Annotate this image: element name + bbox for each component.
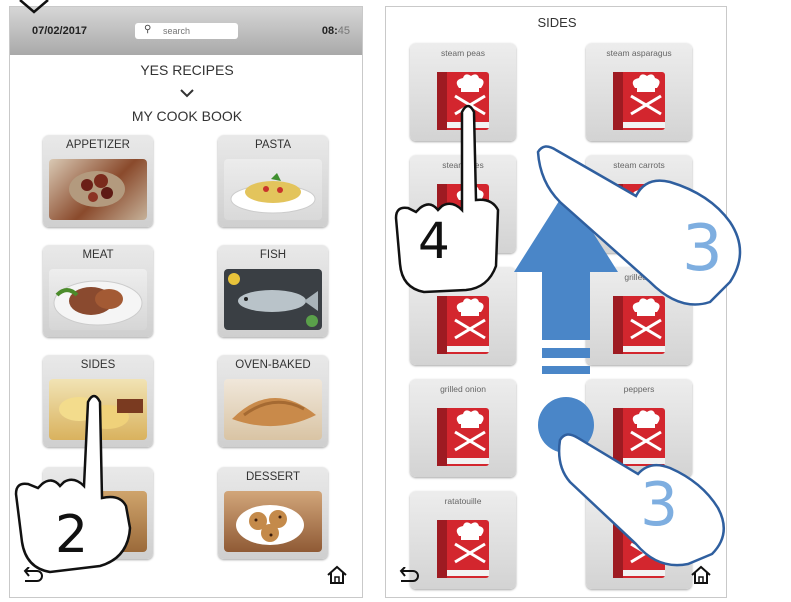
clock-display: 08:45 xyxy=(321,25,350,37)
recipe-book-icon xyxy=(613,72,665,130)
recipe-book-icon xyxy=(437,408,489,466)
recipe-tile[interactable]: toes xyxy=(410,267,516,365)
search-input[interactable] xyxy=(163,24,233,37)
recipe-label: steam carrots xyxy=(613,160,665,170)
bread-image xyxy=(49,491,147,552)
category-label: MEAT xyxy=(82,249,114,261)
category-tile-bread[interactable]: D xyxy=(43,467,153,559)
recipe-book-icon xyxy=(437,184,489,242)
recipe-tile[interactable]: peppers xyxy=(586,379,692,477)
recipe-label: peppers xyxy=(623,384,655,394)
status-bar: 07/02/2017 ⚲ 08:45 xyxy=(10,7,362,55)
oven-baked-image xyxy=(224,379,322,440)
sides-screen: SIDES steam peas steam asparagus steam toe… xyxy=(385,6,727,598)
appetizer-image xyxy=(49,159,147,220)
category-label: D xyxy=(93,471,103,483)
recipe-label: grilled onion xyxy=(440,384,486,394)
recipe-tile[interactable]: grilled onion xyxy=(410,379,516,477)
dessert-image xyxy=(224,491,322,552)
category-label: APPETIZER xyxy=(66,139,130,151)
category-tile-dessert[interactable]: DESSERT xyxy=(218,467,328,559)
recipe-tile[interactable]: steam toes xyxy=(410,155,516,253)
meat-image xyxy=(49,269,147,330)
category-label: OVEN-BAKED xyxy=(235,359,311,371)
search-icon: ⚲ xyxy=(144,24,152,35)
category-label: PASTA xyxy=(255,139,291,151)
recipe-book-icon xyxy=(437,296,489,354)
page-title: MY COOK BOOK xyxy=(131,108,243,124)
back-arrow-icon[interactable] xyxy=(22,567,44,585)
recipe-label: steam asparagus xyxy=(606,48,672,58)
recipe-tile[interactable]: grilled z xyxy=(586,267,692,365)
sides-image xyxy=(49,379,147,440)
recipe-label: toes xyxy=(454,272,472,282)
recipe-label: steam peas xyxy=(441,48,485,58)
pasta-image xyxy=(224,159,322,220)
recipe-book-icon xyxy=(613,296,665,354)
recipe-book-icon xyxy=(613,408,665,466)
search-box[interactable]: ⚲ xyxy=(135,23,238,39)
recipe-tile[interactable]: steam asparagus xyxy=(586,43,692,141)
recipe-book-icon xyxy=(437,520,489,578)
category-tile-oven-baked[interactable]: OVEN-BAKED xyxy=(218,355,328,447)
category-label: DESSERT xyxy=(245,471,301,483)
recipe-book-icon xyxy=(613,520,665,578)
home-icon[interactable] xyxy=(326,565,348,585)
brand-heading: YES RECIPES xyxy=(140,62,234,78)
recipe-tile[interactable]: steam carrots xyxy=(586,155,692,253)
category-tile-meat[interactable]: MEAT xyxy=(43,245,153,337)
fish-image xyxy=(224,269,322,330)
category-tile-pasta[interactable]: PASTA xyxy=(218,135,328,227)
page-title: SIDES xyxy=(537,15,577,30)
recipe-tile[interactable] xyxy=(586,491,692,589)
home-icon[interactable] xyxy=(690,565,712,585)
recipe-label: steam toes xyxy=(442,160,484,170)
recipe-tile[interactable]: steam peas xyxy=(410,43,516,141)
category-tile-appetizer[interactable]: APPETIZER xyxy=(43,135,153,227)
back-arrow-icon[interactable] xyxy=(398,567,420,585)
recipe-book-icon xyxy=(613,184,665,242)
category-label: SIDES xyxy=(80,359,116,371)
category-tile-fish[interactable]: FISH xyxy=(218,245,328,337)
category-label: FISH xyxy=(259,249,287,261)
date-display: 07/02/2017 xyxy=(32,25,88,37)
recipe-label: grilled z xyxy=(624,272,654,282)
recipe-book-icon xyxy=(437,72,489,130)
home-screen: 07/02/2017 ⚲ 08:45 YES RECIPES MY COOK B… xyxy=(9,6,363,598)
chevron-down-icon[interactable] xyxy=(179,87,195,99)
recipe-label: ratatouille xyxy=(444,496,482,506)
category-tile-sides[interactable]: SIDES xyxy=(43,355,153,447)
recipe-tile[interactable]: ratatouille xyxy=(410,491,516,589)
